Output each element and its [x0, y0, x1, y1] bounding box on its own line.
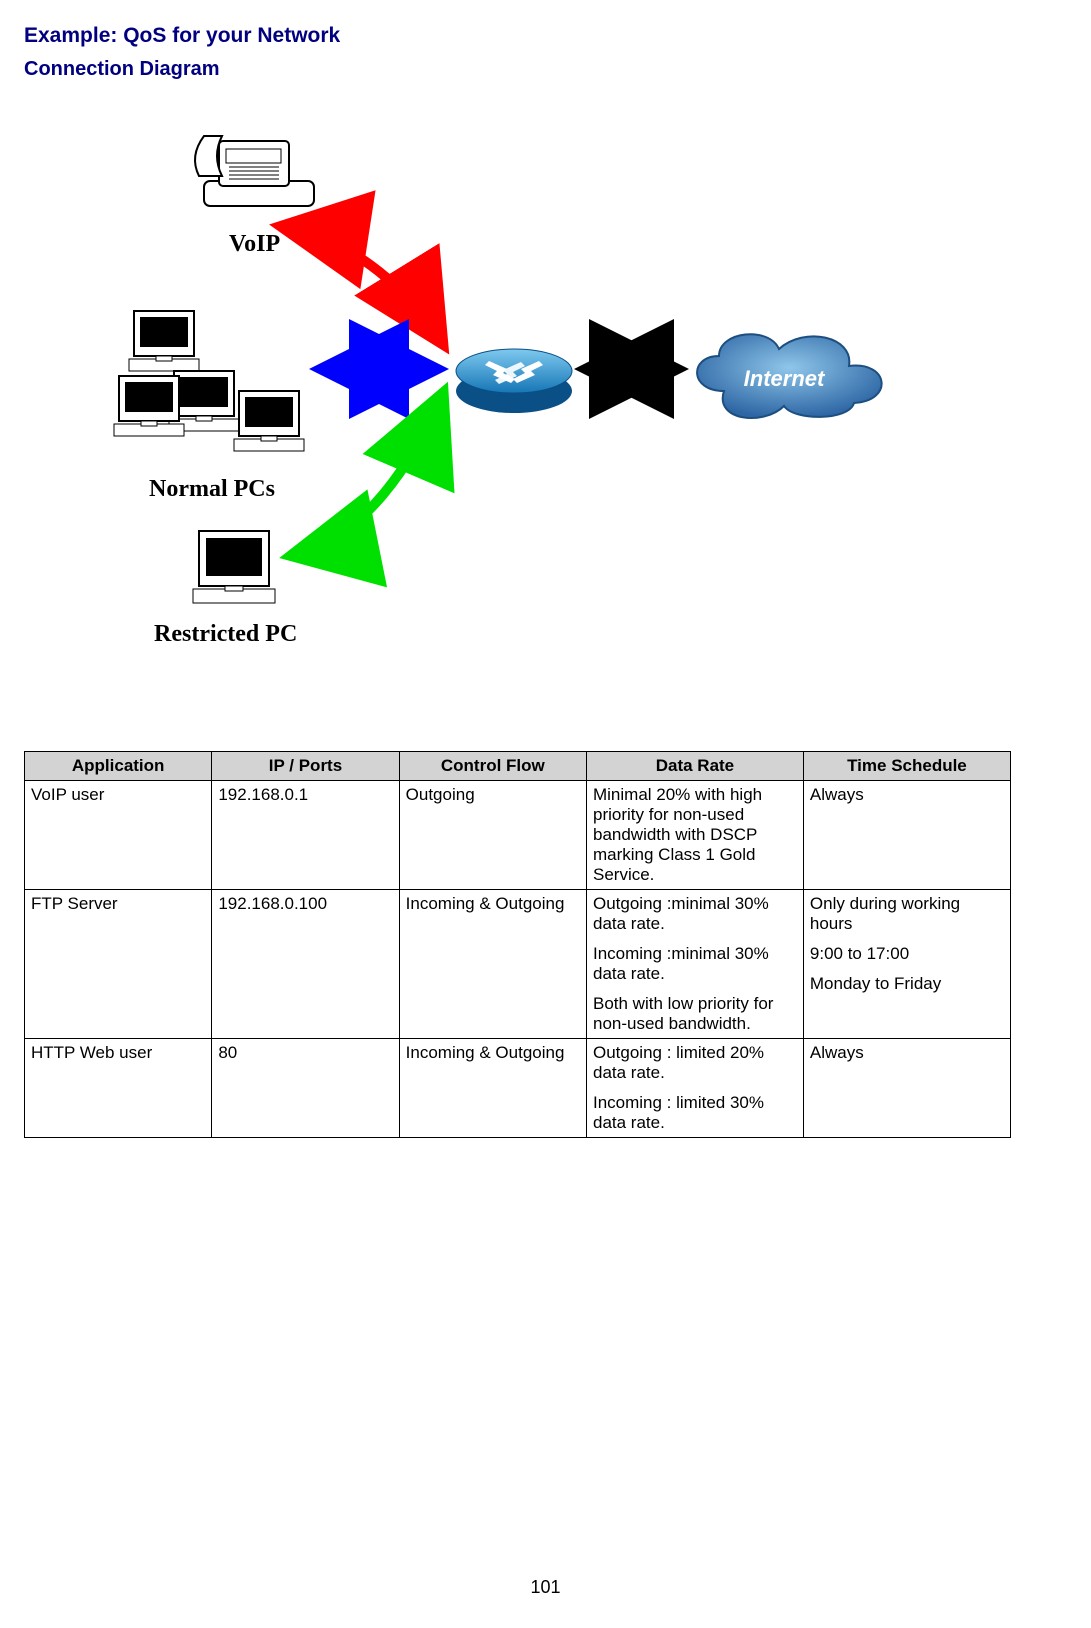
internet-cloud-icon: Internet: [697, 334, 882, 418]
cell-time-schedule: Always: [803, 1039, 1010, 1138]
normal-pcs-label: Normal PCs: [149, 476, 275, 502]
voip-label: VoIP: [229, 231, 280, 257]
section-title: Example: QoS for your Network: [24, 24, 1011, 48]
table-row: VoIP user 192.168.0.1 Outgoing Minimal 2…: [25, 781, 1011, 890]
arrow-voip-router: [279, 226, 444, 346]
cell-ip-ports: 192.168.0.100: [212, 890, 399, 1039]
cell-time-schedule: Only during working hours 9:00 to 17:00 …: [803, 890, 1010, 1039]
cell-ip-ports: 192.168.0.1: [212, 781, 399, 890]
restricted-pc-label: Restricted PC: [154, 621, 297, 647]
restricted-pc-icon: [193, 531, 275, 603]
th-data-rate: Data Rate: [586, 752, 803, 781]
page-number: 101: [0, 1577, 1091, 1598]
internet-label: Internet: [744, 366, 826, 391]
table-row: FTP Server 192.168.0.100 Incoming & Outg…: [25, 890, 1011, 1039]
cell-time-schedule: Always: [803, 781, 1010, 890]
normal-pcs-icon: [114, 311, 304, 451]
phone-icon: [195, 136, 314, 206]
th-control-flow: Control Flow: [399, 752, 586, 781]
cell-ip-ports: 80: [212, 1039, 399, 1138]
qos-table: Application IP / Ports Control Flow Data…: [24, 751, 1011, 1138]
cell-control-flow: Incoming & Outgoing: [399, 890, 586, 1039]
cell-data-rate: Outgoing :minimal 30% data rate. Incomin…: [586, 890, 803, 1039]
cell-control-flow: Outgoing: [399, 781, 586, 890]
connection-diagram: VoIP Normal PCs: [84, 111, 904, 701]
table-row: HTTP Web user 80 Incoming & Outgoing Out…: [25, 1039, 1011, 1138]
table-header-row: Application IP / Ports Control Flow Data…: [25, 752, 1011, 781]
router-icon: [456, 349, 572, 413]
cell-application: FTP Server: [25, 890, 212, 1039]
subsection-title: Connection Diagram: [24, 58, 1011, 81]
diagram-svg: VoIP Normal PCs: [84, 111, 904, 701]
cell-application: VoIP user: [25, 781, 212, 890]
th-time-schedule: Time Schedule: [803, 752, 1010, 781]
arrow-restricted-router: [289, 391, 444, 556]
cell-control-flow: Incoming & Outgoing: [399, 1039, 586, 1138]
cell-data-rate: Outgoing : limited 20% data rate. Incomi…: [586, 1039, 803, 1138]
th-ip-ports: IP / Ports: [212, 752, 399, 781]
cell-application: HTTP Web user: [25, 1039, 212, 1138]
cell-data-rate: Minimal 20% with high priority for non-u…: [586, 781, 803, 890]
th-application: Application: [25, 752, 212, 781]
